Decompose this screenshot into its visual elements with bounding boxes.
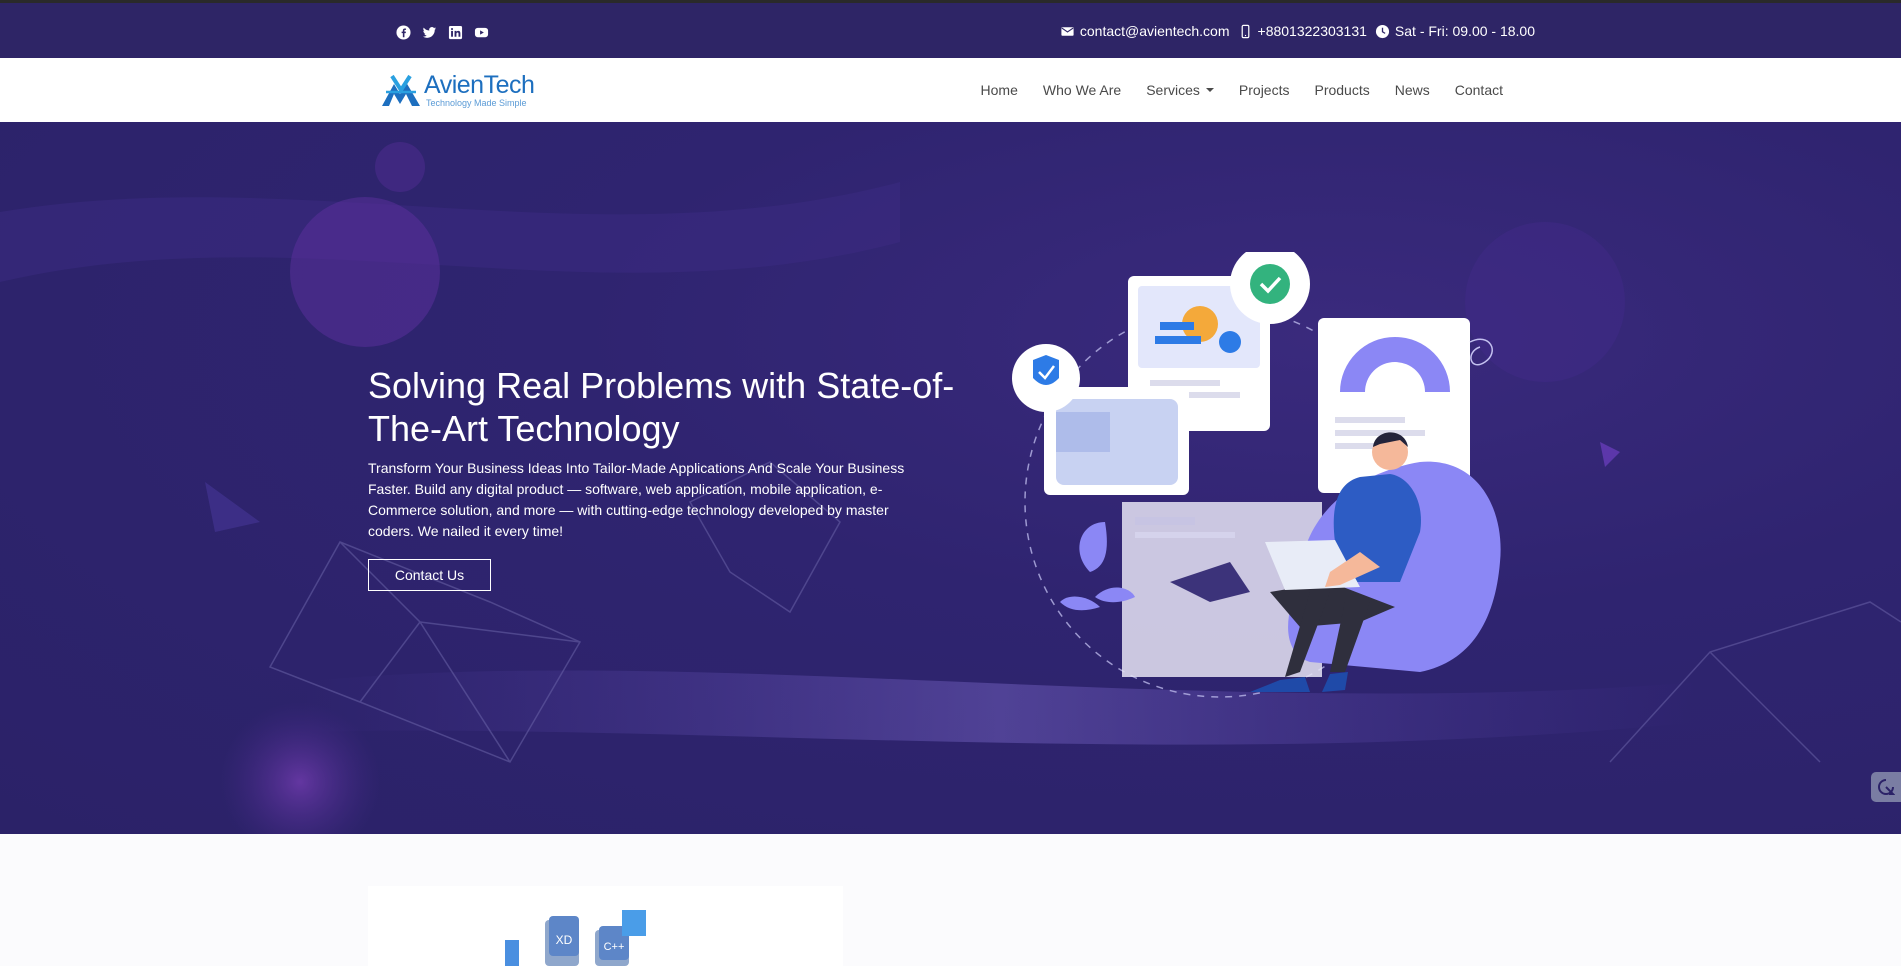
- nav-item-products[interactable]: Products: [1314, 82, 1369, 98]
- nav-item-label: Products: [1314, 82, 1370, 98]
- email-contact[interactable]: contact@avientech.com: [1060, 23, 1230, 39]
- nav-item-who-we-are[interactable]: Who We Are: [1043, 82, 1121, 98]
- avientech-logo-icon: [382, 74, 420, 106]
- hours-text: Sat - Fri: 09.00 - 18.00: [1394, 23, 1535, 39]
- nav-menu: Home Who We Are Services Projects Produc…: [981, 58, 1503, 122]
- cpp-icon-label: C++: [604, 941, 625, 953]
- services-section: [0, 834, 1901, 966]
- nav-item-label: News: [1394, 82, 1430, 98]
- tech-icons-illustration: XD C++: [505, 910, 646, 966]
- email-text: contact@avientech.com: [1079, 23, 1230, 39]
- logo-brand: AvienTech: [424, 71, 535, 99]
- nav-item-home[interactable]: Home: [981, 82, 1018, 98]
- nav-item-label: Services: [1146, 82, 1200, 98]
- nav-item-label: Contact: [1454, 82, 1503, 98]
- hero-description: Transform Your Business Ideas Into Tailo…: [368, 460, 905, 539]
- hero-title: Solving Real Problems with State-of-The-…: [368, 365, 955, 449]
- nav-item-contact[interactable]: Contact: [1455, 82, 1503, 98]
- hours-info: Sat - Fri: 09.00 - 18.00: [1375, 23, 1535, 39]
- contact-us-button[interactable]: Contact Us: [368, 559, 491, 591]
- hero-section: Solving Real Problems with State-of-The-…: [0, 122, 1901, 834]
- nav-item-news[interactable]: News: [1395, 82, 1430, 98]
- xd-icon-label: XD: [556, 933, 573, 947]
- chevron-down-icon: [1205, 88, 1214, 92]
- clock-icon: [1375, 24, 1389, 38]
- phone-contact[interactable]: +8801322303131: [1238, 23, 1367, 39]
- main-navbar: AvienTech Technology Made Simple Home Wh…: [0, 58, 1901, 122]
- nav-item-services[interactable]: Services: [1146, 82, 1214, 98]
- logo[interactable]: AvienTech Technology Made Simple: [380, 68, 535, 112]
- contact-info: contact@avientech.com +8801322303131 Sat…: [1060, 23, 1535, 39]
- top-bar: contact@avientech.com +8801322303131 Sat…: [0, 0, 1901, 58]
- logo-tagline: Technology Made Simple: [426, 98, 527, 108]
- linkedin-icon[interactable]: [448, 25, 463, 40]
- chat-icon: [1878, 779, 1895, 795]
- envelope-icon: [1061, 26, 1074, 36]
- phone-text: +8801322303131: [1257, 23, 1367, 39]
- floating-widget-button[interactable]: [1871, 772, 1901, 802]
- phone-icon: [1241, 24, 1249, 38]
- social-links: [396, 25, 489, 40]
- twitter-icon[interactable]: [422, 25, 437, 40]
- nav-item-label: Who We Are: [1042, 82, 1122, 98]
- facebook-icon[interactable]: [396, 25, 411, 40]
- nav-item-projects[interactable]: Projects: [1239, 82, 1290, 98]
- youtube-icon[interactable]: [474, 25, 489, 40]
- nav-item-label: Home: [980, 82, 1018, 98]
- hero-background-decoration: [0, 142, 1901, 834]
- developer-illustration: [1012, 252, 1501, 698]
- nav-item-label: Projects: [1238, 82, 1290, 98]
- page: contact@avientech.com +8801322303131 Sat…: [0, 0, 1901, 966]
